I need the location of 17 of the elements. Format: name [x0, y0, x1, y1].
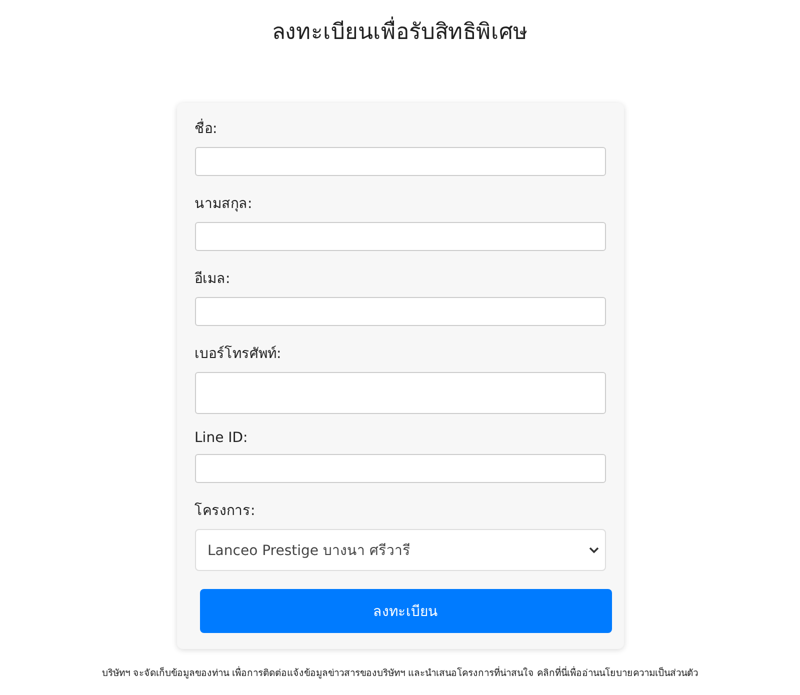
field-label: ชื่อ: — [194, 117, 606, 139]
chevron-down-icon — [588, 546, 598, 554]
input-field[interactable] — [194, 147, 606, 176]
field-label: Line ID: — [194, 430, 249, 446]
input-field[interactable] — [194, 222, 606, 251]
field-label: อีเมล: — [194, 270, 232, 289]
field-label: เบอร์โทรศัพท์: — [194, 344, 282, 364]
privacy-link[interactable]: คลิกที่นี่เพื่ออ่านนโยบายความเป็นส่วนตัว — [537, 668, 698, 679]
field-label: นามสกุล: — [194, 195, 254, 214]
input-field[interactable] — [194, 372, 606, 414]
input-field[interactable] — [194, 297, 606, 326]
page-title: ลงทะเบียนเพื่อรับสิทธิพิเศษ — [272, 14, 528, 49]
field-label: โครงการ: — [194, 502, 256, 521]
privacy-notice: บริษัทฯ จะจัดเก็บข้อมูลของท่าน เพื่อการติดต่อแจ้งข้อมูลข่าวสารของบริษัทฯ และนำเสนอโครงการที่น่าสนใจ คลิกที่นี่เพื่ออ่านนโยบายความเป็นส่วนตัว — [102, 665, 698, 680]
register-button[interactable]: ลงทะเบียน — [200, 589, 612, 633]
project-select[interactable]: Lanceo Prestige บางนา ศรีวารี — [194, 529, 606, 571]
input-field[interactable] — [194, 454, 606, 483]
